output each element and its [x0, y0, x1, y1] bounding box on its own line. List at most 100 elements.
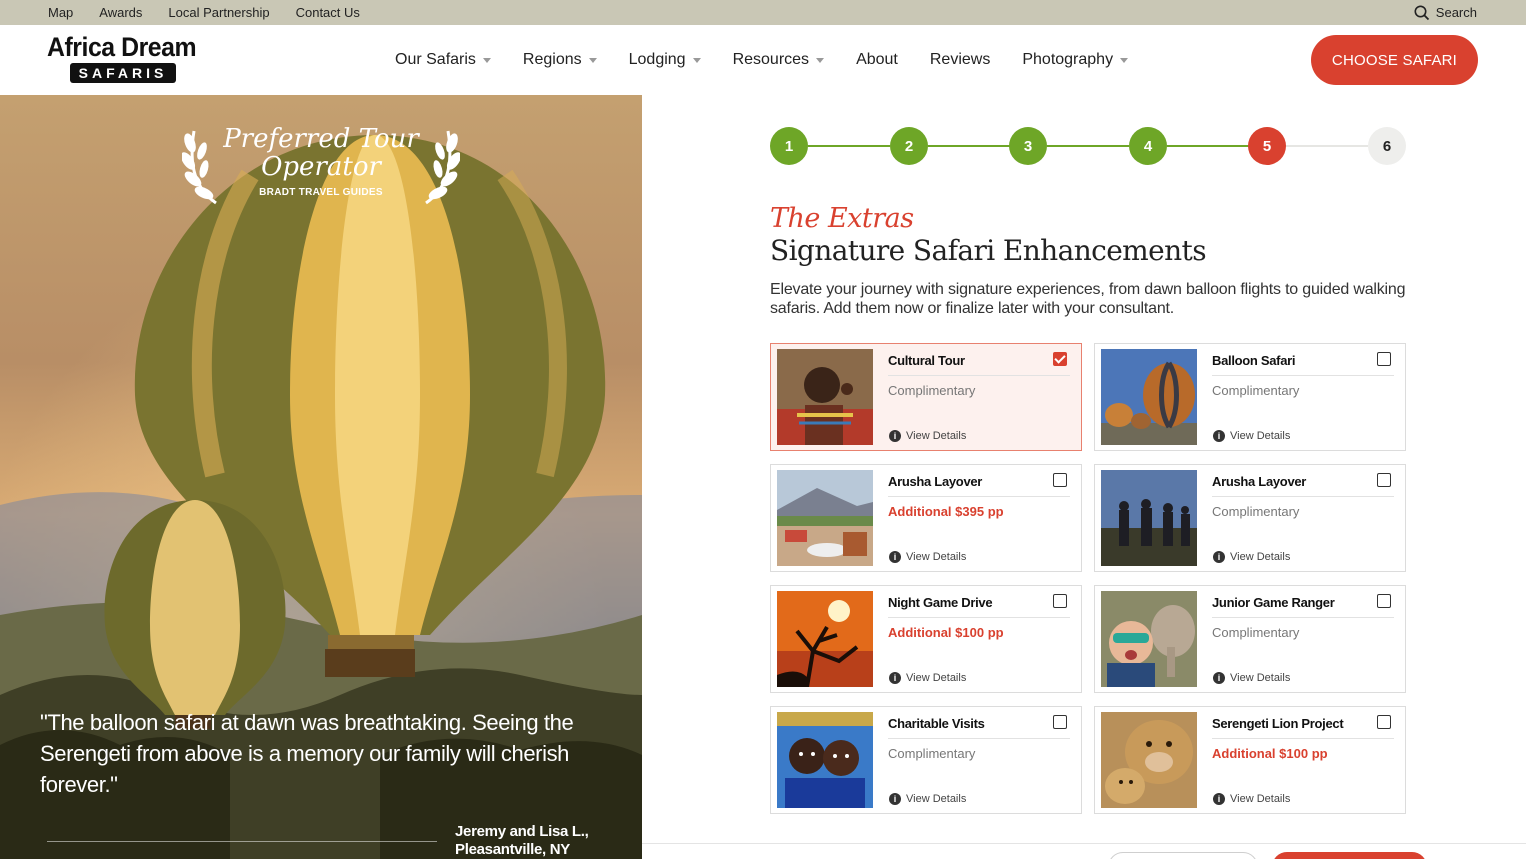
view-details-link[interactable]: i View Details: [1213, 430, 1290, 442]
utility-link-map[interactable]: Map: [48, 5, 73, 20]
extra-card-junior-game-ranger[interactable]: Junior Game Ranger Complimentary i View D…: [1094, 585, 1406, 693]
extra-checkbox[interactable]: [1377, 594, 1391, 608]
utility-bar: Map Awards Local Partnership Contact Us …: [0, 0, 1526, 25]
section-description: Elevate your journey with signature expe…: [770, 281, 1406, 317]
extra-price: Additional $100 pp: [888, 625, 1004, 640]
utility-link-contact-us[interactable]: Contact Us: [296, 5, 360, 20]
extra-name: Night Game Drive: [888, 595, 993, 610]
step-6[interactable]: 6: [1368, 127, 1406, 165]
extra-checkbox[interactable]: [1053, 352, 1067, 366]
view-details-link[interactable]: i View Details: [889, 430, 966, 442]
divider: [888, 375, 1070, 376]
step-2[interactable]: 2: [890, 127, 928, 165]
hero-image: Preferred Tour Operator BRADT TRAVEL GUI…: [0, 95, 642, 859]
extra-card-charitable-visits[interactable]: Charitable Visits Complimentary i View De…: [770, 706, 1082, 814]
view-details-link[interactable]: i View Details: [889, 672, 966, 684]
page-title: Signature Safari Enhancements: [770, 234, 1207, 267]
extra-checkbox[interactable]: [1053, 473, 1067, 487]
utility-link-awards[interactable]: Awards: [99, 5, 142, 20]
extra-card-serengeti-lion-project[interactable]: Serengeti Lion Project Additional $100 p…: [1094, 706, 1406, 814]
nav-lodging[interactable]: Lodging: [629, 51, 701, 69]
night-game-drive-thumbnail: [777, 591, 873, 687]
step-3[interactable]: 3: [1009, 127, 1047, 165]
extra-checkbox[interactable]: [1377, 352, 1391, 366]
divider: [1212, 738, 1394, 739]
charitable-visits-thumbnail: [777, 712, 873, 808]
nav-regions[interactable]: Regions: [523, 51, 597, 69]
view-details-link[interactable]: i View Details: [889, 793, 966, 805]
search-label: Search: [1435, 5, 1477, 20]
info-icon: i: [889, 672, 901, 684]
info-icon: i: [889, 793, 901, 805]
extra-name: Balloon Safari: [1212, 353, 1296, 368]
view-details-label: View Details: [1230, 793, 1291, 805]
nav-photography[interactable]: Photography: [1022, 51, 1129, 69]
nav-label: Lodging: [628, 51, 686, 68]
divider: [888, 617, 1070, 618]
progress-stepper: 1 2 3 4 5 6: [770, 127, 1406, 167]
divider: [888, 738, 1070, 739]
divider: [888, 496, 1070, 497]
extra-card-balloon-safari[interactable]: Balloon Safari Complimentary i View Detai…: [1094, 343, 1406, 451]
junior-game-ranger-thumbnail: [1101, 591, 1197, 687]
view-details-label: View Details: [1230, 430, 1291, 442]
info-icon: i: [1213, 430, 1225, 442]
logo-wordmark: Africa Dream: [47, 32, 197, 62]
nav-resources[interactable]: Resources: [733, 51, 825, 69]
step-1[interactable]: 1: [770, 127, 808, 165]
divider: [1212, 617, 1394, 618]
extra-card-arusha-layover-2[interactable]: Arusha Layover Complimentary i View Detai…: [1094, 464, 1406, 572]
laurel-left-icon: [182, 130, 217, 205]
extra-card-night-game-drive[interactable]: Night Game Drive Additional $100 pp i Vie…: [770, 585, 1082, 693]
step-5[interactable]: 5: [1248, 127, 1286, 165]
view-details-link[interactable]: i View Details: [889, 551, 966, 563]
extra-price: Complimentary: [1212, 383, 1300, 398]
extra-name: Cultural Tour: [888, 353, 965, 368]
nav-reviews[interactable]: Reviews: [930, 51, 990, 69]
logo-sub: SAFARIS: [70, 63, 176, 83]
back-button[interactable]: [1108, 852, 1258, 859]
divider: [1212, 375, 1394, 376]
caret-down-icon: [1120, 57, 1129, 63]
nav-our-safaris[interactable]: Our Safaris: [395, 51, 491, 69]
next-button[interactable]: [1272, 852, 1427, 859]
step-connector: [1286, 145, 1368, 147]
award-badge: Preferred Tour Operator BRADT TRAVEL GUI…: [180, 125, 462, 205]
step-connector: [928, 145, 1010, 147]
testimonial-divider: [47, 841, 437, 842]
nav-label: Our Safaris: [395, 51, 476, 68]
logo[interactable]: Africa Dream SAFARIS: [47, 33, 199, 83]
extra-checkbox[interactable]: [1377, 715, 1391, 729]
extra-checkbox[interactable]: [1053, 715, 1067, 729]
divider: [1212, 496, 1394, 497]
view-details-label: View Details: [906, 793, 967, 805]
caret-down-icon: [816, 57, 825, 63]
utility-link-local-partnership[interactable]: Local Partnership: [168, 5, 269, 20]
nav-about[interactable]: About: [856, 51, 898, 69]
view-details-link[interactable]: i View Details: [1213, 672, 1290, 684]
extra-card-cultural-tour[interactable]: Cultural Tour Complimentary i View Detail…: [770, 343, 1082, 451]
caret-down-icon: [482, 57, 491, 63]
extra-card-arusha-layover[interactable]: Arusha Layover Additional $395 pp i View …: [770, 464, 1082, 572]
info-icon: i: [1213, 672, 1225, 684]
step-connector: [1047, 145, 1129, 147]
step-connector: [808, 145, 890, 147]
step-connector: [1167, 145, 1249, 147]
author-location: Pleasantville, NY: [455, 841, 570, 858]
view-details-link[interactable]: i View Details: [1213, 551, 1290, 563]
choose-safari-button[interactable]: CHOOSE SAFARI: [1311, 35, 1478, 85]
search-icon: [1414, 5, 1429, 20]
search-button[interactable]: Search: [1414, 0, 1477, 25]
author-name: Jeremy and Lisa L.,: [455, 823, 589, 840]
extra-checkbox[interactable]: [1377, 473, 1391, 487]
view-details-label: View Details: [1230, 551, 1291, 563]
cultural-tour-thumbnail: [777, 349, 873, 445]
section-eyebrow: The Extras: [770, 203, 914, 234]
view-details-link[interactable]: i View Details: [1213, 793, 1290, 805]
extra-checkbox[interactable]: [1053, 594, 1067, 608]
extra-price: Complimentary: [1212, 504, 1300, 519]
nav-label: About: [856, 51, 898, 68]
extra-price: Additional $100 pp: [1212, 746, 1328, 761]
step-4[interactable]: 4: [1129, 127, 1167, 165]
info-icon: i: [1213, 793, 1225, 805]
